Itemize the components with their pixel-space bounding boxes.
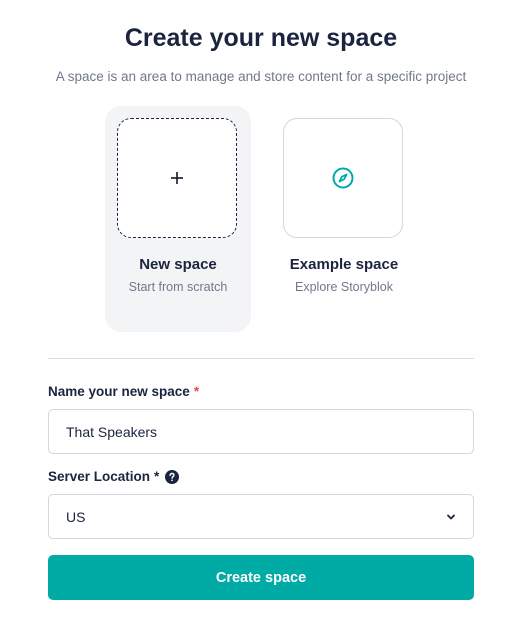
required-mark: * (154, 469, 160, 484)
create-space-page: Create your new space A space is an area… (0, 0, 522, 642)
section-divider (48, 358, 474, 359)
create-space-button[interactable]: Create space (48, 555, 474, 600)
new-space-label: New space (139, 256, 217, 273)
page-subtitle: A space is an area to manage and store c… (55, 69, 467, 84)
example-space-sublabel: Explore Storyblok (295, 280, 393, 294)
server-location-value: US (66, 509, 86, 525)
space-name-input[interactable] (48, 409, 474, 454)
server-location-select[interactable]: US (48, 494, 474, 539)
new-space-sublabel: Start from scratch (128, 280, 228, 294)
example-space-tile (283, 118, 403, 238)
name-label-text: Name your new space (48, 384, 190, 399)
question-circle-icon[interactable] (165, 469, 180, 484)
plus-icon (171, 172, 183, 184)
option-example-space[interactable]: Example space Explore Storyblok (271, 106, 417, 332)
name-field-label: Name your new space * (48, 384, 199, 399)
compass-icon (332, 167, 354, 189)
page-title: Create your new space (124, 24, 398, 52)
option-new-space[interactable]: New space Start from scratch (105, 106, 251, 332)
required-mark: * (193, 384, 200, 399)
server-location-label: Server Location * (48, 469, 180, 484)
server-label-text: Server Location (48, 469, 151, 484)
example-space-label: Example space (289, 256, 399, 273)
chevron-down-icon (447, 514, 455, 520)
new-space-tile (117, 118, 237, 238)
